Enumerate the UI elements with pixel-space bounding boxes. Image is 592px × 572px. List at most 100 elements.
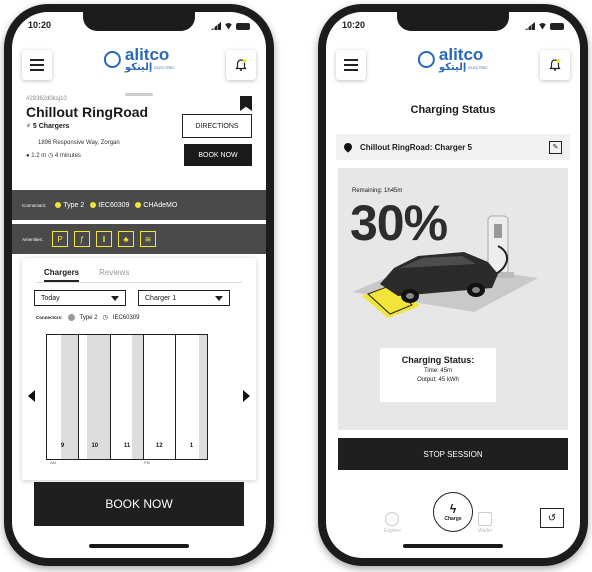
connector-icon bbox=[67, 314, 75, 321]
connector-iec60309: IEC60309 bbox=[90, 202, 129, 209]
slot-hour: 1 bbox=[189, 443, 194, 449]
nav-charge[interactable]: ϟ Charge bbox=[433, 492, 473, 532]
station-address: 1896 Responsive Way, Zorgan bbox=[38, 140, 120, 146]
restroom-icon: ‖ bbox=[96, 231, 113, 247]
distance-row: ● 1.2 m ◷ 4 minutes bbox=[26, 152, 81, 159]
slot-booked-fill bbox=[131, 335, 143, 459]
connector-icon bbox=[90, 202, 97, 208]
charger-select-value: Charger 1 bbox=[145, 294, 177, 302]
charging-info-card: Charging Status: Time: 45m Output: 45 kW… bbox=[380, 348, 496, 402]
tab-chargers[interactable]: Chargers bbox=[44, 268, 80, 282]
logo-small-text: ELECTRIC bbox=[468, 64, 489, 70]
connector-label: CHAdeMO bbox=[143, 201, 178, 209]
info-output: Output: 45 kWh bbox=[417, 377, 459, 383]
connector-chademo: CHAdeMO bbox=[135, 202, 177, 209]
time-slot[interactable]: 11 bbox=[111, 335, 144, 459]
chargers-count-text: 5 Chargers bbox=[32, 123, 70, 130]
availability-panel: Chargers Reviews Today Charger 1 Connect… bbox=[22, 258, 256, 480]
chevron-down-icon bbox=[215, 295, 223, 301]
bottom-nav: Explore ϟ Charge Wallet ↺ bbox=[326, 492, 580, 538]
clock-icon: ◷ bbox=[47, 153, 54, 159]
notch bbox=[397, 12, 509, 31]
time-slots: 9 10 11 12 1 bbox=[46, 334, 208, 460]
drag-handle[interactable] bbox=[125, 93, 153, 96]
logo-text-en: alitco bbox=[124, 45, 170, 64]
slot-booked-fill bbox=[199, 335, 208, 459]
pm-label: PM bbox=[144, 460, 150, 465]
connector-icon bbox=[55, 202, 62, 208]
plug-icon: ⚡ bbox=[26, 123, 31, 130]
home-indicator bbox=[89, 544, 189, 548]
phone-right: 10:20 alitco إليتكو ELECTRIC Charging St… bbox=[318, 4, 588, 566]
menu-button[interactable] bbox=[336, 50, 366, 80]
connector-type2: Type 2 bbox=[55, 202, 84, 209]
bookmark-icon[interactable] bbox=[240, 96, 252, 111]
location-bar: Chillout RingRoad: Charger 5 ✎ bbox=[336, 134, 570, 160]
chargers-count: ⚡ 5 Chargers bbox=[26, 122, 69, 130]
station-name: Chillout RingRoad bbox=[26, 104, 149, 120]
location-name: Chillout RingRoad: Charger 5 bbox=[360, 142, 472, 152]
amenities-bar: Amenities: P ƒ ‖ ♣ ≋ bbox=[12, 224, 266, 254]
tab-reviews[interactable]: Reviews bbox=[99, 268, 129, 282]
location-pin-icon: ● bbox=[26, 153, 30, 159]
book-now-small-button[interactable]: BOOK NOW bbox=[184, 144, 252, 166]
stop-session-button[interactable]: STOP SESSION bbox=[338, 438, 568, 470]
charger-select[interactable]: Charger 1 bbox=[138, 290, 230, 306]
charging-status-screen: 10:20 alitco إليتكو ELECTRIC Charging St… bbox=[326, 12, 580, 558]
status-time: 10:20 bbox=[28, 20, 52, 30]
slot-hour: 11 bbox=[123, 443, 131, 449]
signal-icon bbox=[525, 22, 535, 30]
time-slot[interactable]: 10 bbox=[79, 335, 112, 459]
next-arrow-icon[interactable] bbox=[243, 390, 250, 402]
car-charging-illustration bbox=[352, 215, 538, 318]
panel-connectors-label: Connectors: bbox=[36, 315, 63, 320]
edit-icon[interactable]: ✎ bbox=[549, 140, 562, 154]
notifications-button[interactable] bbox=[226, 50, 256, 80]
distance-value: 1.2 m bbox=[31, 153, 47, 159]
date-select[interactable]: Today bbox=[34, 290, 126, 306]
nav-explore[interactable]: Explore bbox=[384, 512, 401, 534]
connectors-label: Connectors: bbox=[22, 202, 47, 208]
time-slot[interactable]: 9 bbox=[47, 335, 80, 459]
system-icons bbox=[211, 22, 250, 30]
station-card: #29362d0ksj10 Chillout RingRoad ⚡ 5 Char… bbox=[12, 90, 266, 184]
directions-button[interactable]: DIRECTIONS bbox=[182, 114, 252, 138]
date-select-value: Today bbox=[41, 294, 60, 302]
slot-booked-fill bbox=[61, 335, 79, 459]
time-slot[interactable]: 1 bbox=[176, 335, 208, 459]
restaurant-icon: ƒ bbox=[74, 231, 91, 247]
connector-label: IEC60309 bbox=[98, 201, 130, 209]
panel-connector-iec: IEC60309 bbox=[112, 314, 140, 321]
nav-explore-label: Explore bbox=[384, 528, 401, 534]
home-indicator bbox=[403, 544, 503, 548]
charging-visual: Remaining: 1h45m 30% Charging Status: Ti bbox=[338, 168, 568, 430]
logo-ring-icon bbox=[417, 51, 435, 68]
alitco-logo: alitco إليتكو ELECTRIC bbox=[417, 45, 489, 73]
system-icons bbox=[525, 22, 564, 30]
book-now-button[interactable]: BOOK NOW bbox=[34, 482, 244, 526]
wallet-icon bbox=[478, 512, 492, 526]
slot-hour: 10 bbox=[91, 443, 99, 449]
nav-wallet-label: Wallet bbox=[478, 528, 492, 534]
page-title: Charging Status bbox=[410, 104, 496, 116]
notifications-button[interactable] bbox=[540, 50, 570, 80]
battery-icon bbox=[550, 22, 564, 30]
connector-icon bbox=[135, 202, 142, 208]
logo-ring-icon bbox=[103, 51, 121, 68]
app-header: alitco إليتكو ELECTRIC bbox=[326, 38, 580, 86]
time-slot[interactable]: 12 bbox=[144, 335, 176, 459]
logo-text-en: alitco bbox=[438, 45, 484, 64]
am-label: AM bbox=[50, 460, 56, 465]
logo-text-ar: إليتكو bbox=[438, 62, 467, 73]
lightning-icon: ϟ bbox=[449, 502, 457, 516]
history-button[interactable]: ↺ bbox=[540, 508, 564, 528]
battery-icon bbox=[236, 22, 250, 30]
phone-left: 10:20 alitco إليتكو ELECTRIC #29362d0ksj… bbox=[4, 4, 274, 566]
prev-arrow-icon[interactable] bbox=[28, 390, 35, 402]
info-title: Charging Status: bbox=[401, 355, 475, 365]
connectors-bar: Connectors: Type 2 IEC60309 CHAdeMO bbox=[12, 190, 266, 220]
alitco-logo: alitco إليتكو ELECTRIC bbox=[103, 45, 174, 73]
slot-hour: 9 bbox=[60, 443, 65, 449]
menu-button[interactable] bbox=[22, 50, 52, 80]
nav-wallet[interactable]: Wallet bbox=[478, 512, 492, 534]
